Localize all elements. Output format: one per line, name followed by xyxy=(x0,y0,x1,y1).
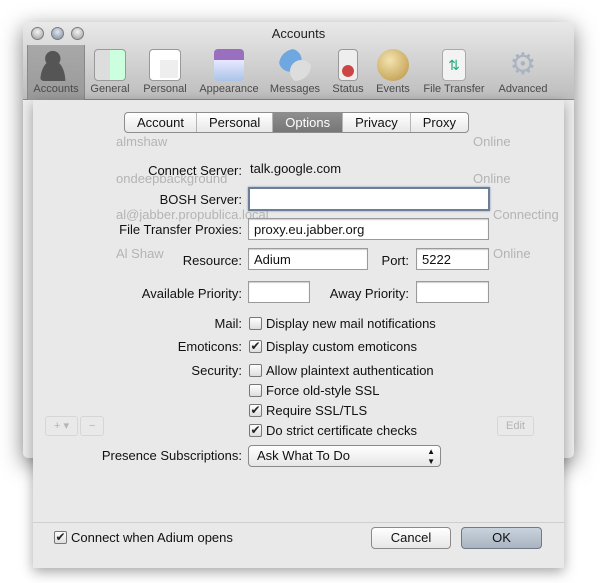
sheet-lower-area xyxy=(33,458,564,568)
toolbar-messages[interactable]: Messages xyxy=(266,45,324,100)
plaintext-auth-checkbox[interactable]: Allow plaintext authentication xyxy=(249,363,434,378)
status-door-hanger-icon xyxy=(338,49,358,81)
personal-card-icon xyxy=(149,49,181,81)
tab-proxy[interactable]: Proxy xyxy=(411,113,468,132)
ok-button[interactable]: OK xyxy=(461,527,542,549)
gear-icon: ⚙ xyxy=(509,48,537,81)
available-priority-input[interactable] xyxy=(248,281,310,303)
presence-subscriptions-label: Presence Subscriptions: xyxy=(101,448,242,463)
bosh-server-input[interactable] xyxy=(248,187,490,211)
mail-notifications-checkbox[interactable]: Display new mail notifications xyxy=(249,316,436,331)
toolbar-file-transfer[interactable]: ⇅ File Transfer xyxy=(418,45,490,100)
window-title: Accounts xyxy=(271,26,326,41)
port-input[interactable]: 5222 xyxy=(416,248,489,270)
toolbar-status[interactable]: Status xyxy=(328,45,368,100)
add-account-button[interactable]: + ▾ xyxy=(45,416,79,436)
custom-emoticons-checkbox[interactable]: ✔ Display custom emoticons xyxy=(249,339,417,354)
toolbar-personal[interactable]: Personal xyxy=(139,45,191,100)
checkmark-icon[interactable]: ✔ xyxy=(54,531,67,544)
toolbar-accounts[interactable]: Accounts xyxy=(27,45,85,100)
checkbox-unchecked[interactable] xyxy=(249,317,262,330)
mail-label: Mail: xyxy=(214,316,242,331)
checkbox-unchecked[interactable] xyxy=(249,364,262,377)
account-row-name[interactable]: almshaw xyxy=(116,135,167,148)
tab-account[interactable]: Account xyxy=(125,113,197,132)
edit-account-button[interactable]: Edit xyxy=(497,416,534,436)
account-row-status: Online xyxy=(473,171,511,186)
general-icon xyxy=(94,49,126,81)
updown-arrows-icon: ▲ ▼ xyxy=(427,447,435,466)
file-transfer-proxies-label: File Transfer Proxies: xyxy=(119,222,242,237)
presence-subscriptions-popup[interactable]: Ask What To Do ▲ ▼ xyxy=(248,445,441,467)
emoticons-label: Emoticons: xyxy=(177,339,242,354)
file-transfer-icon: ⇅ xyxy=(442,49,466,81)
available-priority-label: Available Priority: xyxy=(141,286,242,301)
account-row-status: Connecting xyxy=(493,207,559,222)
security-label: Security: xyxy=(191,363,242,378)
port-label: Port: xyxy=(381,253,409,268)
checkbox-unchecked[interactable] xyxy=(249,384,262,397)
toolbar-appearance[interactable]: Appearance xyxy=(195,45,263,100)
divider xyxy=(33,522,564,523)
account-row-status: Online xyxy=(493,246,531,261)
connect-server-value: talk.google.com xyxy=(250,161,342,176)
connect-server-label: Connect Server: xyxy=(148,163,242,178)
away-priority-label: Away Priority: xyxy=(329,286,409,301)
away-priority-input[interactable] xyxy=(416,281,489,303)
file-transfer-proxies-input[interactable]: proxy.eu.jabber.org xyxy=(248,218,489,240)
old-style-ssl-checkbox[interactable]: Force old-style SSL xyxy=(249,383,379,398)
toolbar-events[interactable]: Events xyxy=(372,45,414,100)
title-bar: Accounts Accounts General Personal Appea… xyxy=(23,22,574,100)
bosh-server-label: BOSH Server: xyxy=(159,192,242,207)
tab-personal[interactable]: Personal xyxy=(197,113,274,132)
resource-label: Resource: xyxy=(182,253,242,268)
remove-account-button[interactable]: − xyxy=(80,416,105,436)
connect-on-open-checkbox[interactable]: ✔ Connect when Adium opens xyxy=(54,530,233,545)
checkmark-icon[interactable]: ✔ xyxy=(249,404,262,417)
resource-input[interactable]: Adium xyxy=(248,248,368,270)
require-ssl-checkbox[interactable]: ✔ Require SSL/TLS xyxy=(249,403,367,418)
messages-bubbles-icon xyxy=(279,49,311,81)
accounts-icon xyxy=(40,49,72,81)
cancel-button[interactable]: Cancel xyxy=(371,527,451,549)
strict-cert-checkbox[interactable]: ✔ Do strict certificate checks xyxy=(249,423,417,438)
checkmark-icon[interactable]: ✔ xyxy=(249,424,262,437)
tab-options[interactable]: Options xyxy=(273,113,344,132)
events-bell-icon xyxy=(377,49,409,81)
appearance-icon xyxy=(214,49,244,81)
checkmark-icon[interactable]: ✔ xyxy=(249,340,262,353)
account-row-name[interactable]: Al Shaw xyxy=(116,247,164,260)
toolbar-general[interactable]: General xyxy=(85,45,135,100)
account-row-status: Online xyxy=(473,134,511,149)
account-row-name[interactable]: al@jabber.propublica.local xyxy=(116,208,269,221)
tab-privacy[interactable]: Privacy xyxy=(343,113,411,132)
toolbar-advanced[interactable]: ⚙ Advanced xyxy=(493,45,553,100)
tab-bar: Account Personal Options Privacy Proxy xyxy=(124,112,469,133)
